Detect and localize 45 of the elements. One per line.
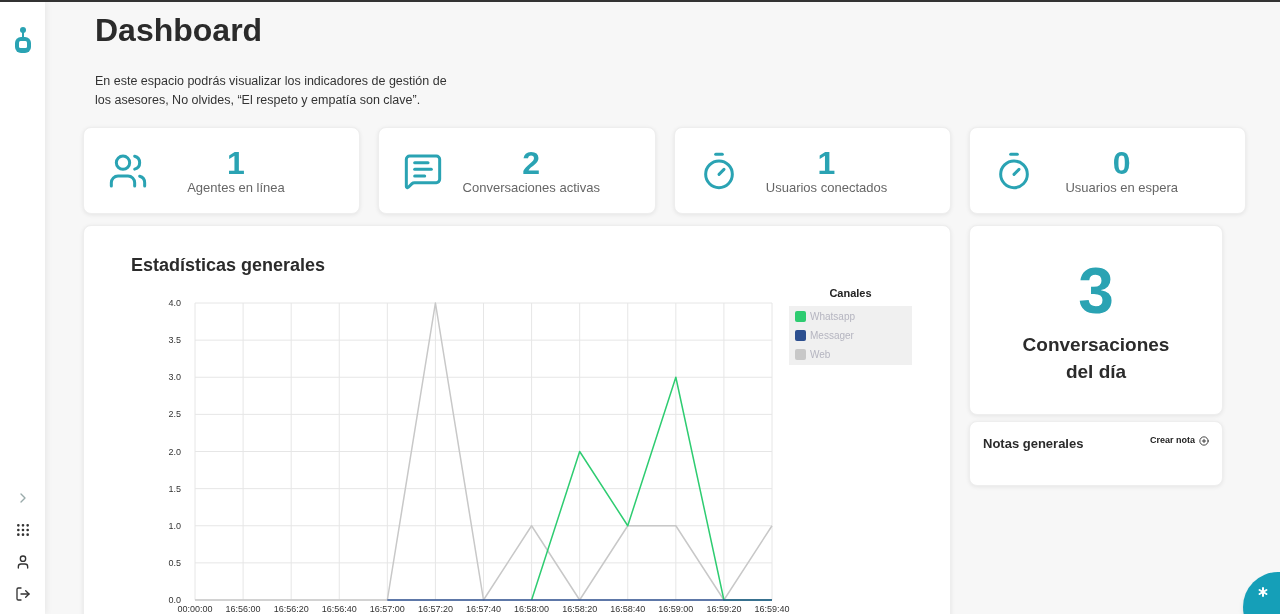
- x-tick-label: 16:57:20: [417, 604, 453, 614]
- x-tick-label: 16:56:40: [321, 604, 357, 614]
- legend-label: Whatsapp: [810, 309, 856, 324]
- x-tick-label: 16:59:40: [754, 604, 790, 614]
- stat-label: Usuarios en espera: [1065, 180, 1179, 195]
- y-tick-label: 2.5: [168, 409, 181, 420]
- y-tick-label: 3.0: [168, 372, 181, 383]
- daily-value: 3: [1078, 256, 1114, 326]
- x-tick-label: 16:57:40: [466, 604, 501, 614]
- y-tick-label: 2.0: [168, 446, 181, 457]
- chart-title: Estadísticas generales: [131, 254, 327, 277]
- notes-title: Notas generales: [983, 435, 1084, 453]
- apps-grid-icon[interactable]: [14, 522, 31, 538]
- page-description: En este espacio podrás visualizar los indicadores de gestión de los asesores, No olvides, “El respeto y empatía son clave”.: [95, 73, 448, 109]
- x-tick-label: 16:59:20: [706, 604, 742, 614]
- x-tick-label: 16:59:00: [658, 604, 694, 614]
- x-tick-label: 16:58:00: [514, 604, 550, 614]
- stat-value: 2: [522, 146, 541, 180]
- y-tick-label: 1.5: [168, 483, 181, 494]
- y-tick-label: 3.5: [168, 335, 181, 346]
- plus-circle-icon: [1199, 435, 1209, 446]
- x-tick-label: 16:57:00: [369, 604, 405, 614]
- y-tick-label: 0.0: [168, 595, 181, 605]
- logo-icon: [12, 26, 33, 54]
- page-title: Dashboard: [95, 11, 264, 50]
- daily-label: Conversaciones del día: [1021, 333, 1171, 384]
- stat-value: 0: [1112, 146, 1131, 180]
- stat-value: 1: [227, 146, 245, 180]
- y-tick-label: 1.0: [168, 520, 181, 531]
- stat-value: 1: [817, 146, 836, 180]
- legend-label: Messager: [810, 328, 854, 343]
- x-tick-label: 16:58:20: [562, 604, 598, 614]
- stat-label: Agentes en línea: [187, 180, 285, 195]
- y-tick-label: 0.5: [168, 557, 181, 568]
- create-note-button[interactable]: Crear nota: [1150, 434, 1209, 448]
- x-tick-label: 16:56:20: [273, 604, 309, 614]
- legend-title: Canales: [828, 286, 873, 301]
- x-tick-label: 16:56:00: [225, 604, 261, 614]
- stat-label: Conversaciones activas: [462, 180, 600, 195]
- x-tick-label: 16:58:40: [610, 604, 646, 614]
- legend-label: Web: [810, 347, 831, 362]
- x-tick-label: 00:00:00: [177, 604, 213, 614]
- y-tick-label: 4.0: [168, 298, 181, 308]
- stat-label: Usuarios conectados: [765, 180, 888, 195]
- logout-icon[interactable]: [14, 586, 31, 602]
